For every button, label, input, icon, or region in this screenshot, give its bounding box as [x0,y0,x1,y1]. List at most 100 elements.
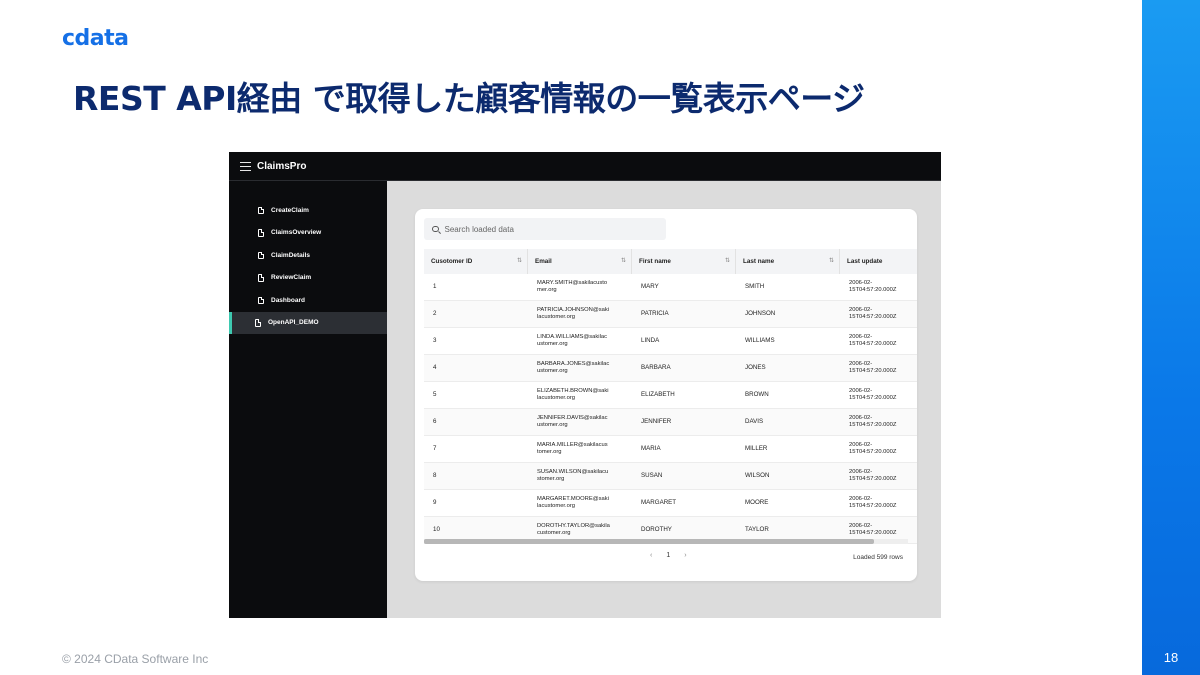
cell-last-update: 2006-02- 15T04:57:20.000Z [840,415,917,430]
column-header-label: Email [535,258,552,265]
cell-email-line: customer.org [537,530,571,536]
sort-icon[interactable]: ⇅ [829,257,834,264]
cell-email-line: MARY.SMITH@sakilacusto [537,279,608,286]
cell-update-line: 15T04:57:20.000Z [849,341,897,347]
column-header-label: Last name [743,258,775,265]
current-page[interactable]: 1 [666,552,670,559]
cell-last-name: JONES [745,364,766,371]
cell-email-line: ustomer.org [537,368,568,374]
search-input[interactable] [444,224,645,234]
cell-update-line: 2006-02- [849,279,873,286]
search-box[interactable] [424,218,666,240]
column-header-customer-id[interactable]: Cusotomer ID ⇅ [424,249,528,274]
cell-last-update: 2006-02- 15T04:57:20.000Z [840,442,917,457]
hamburger-icon[interactable] [240,161,251,172]
cell-update-line: 15T04:57:20.000Z [849,449,897,455]
scrollbar-thumb[interactable] [424,539,874,544]
cell-update-line: 2006-02- [849,522,873,529]
cell-customer-id: 10 [433,526,440,533]
sidebar: CreateClaim ClaimsOverview ClaimDetails … [229,181,387,618]
cell-last-update: 2006-02- 15T04:57:20.000Z [840,280,917,295]
horizontal-scrollbar[interactable] [424,539,908,544]
cell-email-line: lacustomer.org [537,503,576,509]
table-row[interactable]: 9 MARGARET.MOORE@saki lacustomer.org MARGAR… [424,490,917,517]
cell-customer-id: 8 [433,472,437,479]
cell-first-name: MARY [641,283,659,290]
cell-email-line: stomer.org [537,476,565,482]
cell-last-update: 2006-02- 15T04:57:20.000Z [840,307,917,322]
column-header-last-name[interactable]: Last name ⇅ [736,249,840,274]
sidebar-item-label: OpenAPI_DEMO [268,319,319,327]
cell-customer-id: 2 [433,310,437,317]
table-row[interactable]: 7 MARIA.MILLER@sakilacus tomer.org MARIA MIL… [424,436,917,463]
accent-bar [1142,0,1200,675]
cell-first-name: MARIA [641,445,661,452]
cell-last-name: JOHNSON [745,310,776,317]
sidebar-item-review-claim[interactable]: ReviewClaim [229,267,387,290]
cell-last-update: 2006-02- 15T04:57:20.000Z [840,334,917,349]
column-header-label: Cusotomer ID [431,258,473,265]
cell-first-name: DOROTHY [641,526,672,533]
prev-page-button[interactable]: ‹ [650,552,652,559]
sidebar-item-label: CreateClaim [271,206,309,214]
cell-first-name: ELIZABETH [641,391,675,398]
sort-icon[interactable]: ⇅ [725,257,730,264]
slide-title: REST API経由 で取得した顧客情報の一覧表示ページ [73,79,865,118]
cell-first-name: PATRICIA [641,310,669,317]
cell-email-line: PATRICIA.JOHNSON@saki [537,306,610,313]
sidebar-item-dashboard[interactable]: Dashboard [229,289,387,312]
cell-last-update: 2006-02- 15T04:57:20.000Z [840,388,917,403]
cell-customer-id: 5 [433,391,437,398]
cell-customer-id: 6 [433,418,437,425]
cell-update-line: 15T04:57:20.000Z [849,476,897,482]
cell-update-line: 15T04:57:20.000Z [849,287,897,293]
document-icon [258,206,264,214]
cell-customer-id: 4 [433,364,437,371]
cell-email-line: mer.org [537,287,557,293]
cell-email: ELIZABETH.BROWN@saki lacustomer.org [528,388,632,403]
document-icon [258,296,264,304]
cell-last-name: MILLER [745,445,768,452]
cell-email: LINDA.WILLIAMS@sakilac ustomer.org [528,334,632,349]
sort-icon[interactable]: ⇅ [621,257,626,264]
page-number: 18 [1163,650,1179,665]
cell-email: MARIA.MILLER@sakilacus tomer.org [528,442,632,457]
sidebar-item-create-claim[interactable]: CreateClaim [229,199,387,222]
table-row[interactable]: 2 PATRICIA.JOHNSON@saki lacustomer.org PATR… [424,301,917,328]
column-header-label: First name [639,258,671,265]
table-row[interactable]: 4 BARBARA.JONES@sakilac ustomer.org BARBARA… [424,355,917,382]
cell-last-name: SMITH [745,283,765,290]
document-icon [255,319,261,327]
column-header-first-name[interactable]: First name ⇅ [632,249,736,274]
cell-update-line: 15T04:57:20.000Z [849,530,897,536]
sort-icon[interactable]: ⇅ [517,257,522,264]
cell-email-line: MARGARET.MOORE@saki [537,495,609,502]
cell-email-line: tomer.org [537,449,562,455]
table-row[interactable]: 1 MARY.SMITH@sakilacusto mer.org MARY SMITH 2… [424,274,917,301]
table-row[interactable]: 3 LINDA.WILLIAMS@sakilac ustomer.org LINDA W… [424,328,917,355]
sidebar-item-label: ClaimDetails [271,251,311,259]
sidebar-item-claims-overview[interactable]: ClaimsOverview [229,222,387,245]
cell-email-line: lacustomer.org [537,314,576,320]
sidebar-item-label: Dashboard [271,296,305,304]
app-topbar: ClaimsPro [229,152,941,181]
table-row[interactable]: 8 SUSAN.WILSON@sakilacu stomer.org SUSAN WIL… [424,463,917,490]
column-header-last-update[interactable]: Last update [840,249,917,274]
cell-customer-id: 7 [433,445,437,452]
cell-first-name: LINDA [641,337,660,344]
table-row[interactable]: 5 ELIZABETH.BROWN@saki lacustomer.org ELIZA… [424,382,917,409]
column-header-email[interactable]: Email ⇅ [528,249,632,274]
table-row[interactable]: 6 JENNIFER.DAVIS@sakilac ustomer.org JENNIF… [424,409,917,436]
sidebar-item-openapi-demo[interactable]: OpenAPI_DEMO [229,311,387,334]
app-name: ClaimsPro [257,160,307,172]
cell-customer-id: 3 [433,337,437,344]
cell-email-line: BARBARA.JONES@sakilac [537,360,610,367]
cell-last-name: WILSON [745,472,770,479]
cell-update-line: 2006-02- [849,360,873,367]
grid-body: 1 MARY.SMITH@sakilacusto mer.org MARY SMITH 2… [424,274,917,544]
sidebar-item-claim-details[interactable]: ClaimDetails [229,244,387,267]
document-icon [258,274,264,282]
next-page-button[interactable]: › [684,552,686,559]
cell-customer-id: 1 [433,283,437,290]
cell-update-line: 2006-02- [849,441,873,448]
